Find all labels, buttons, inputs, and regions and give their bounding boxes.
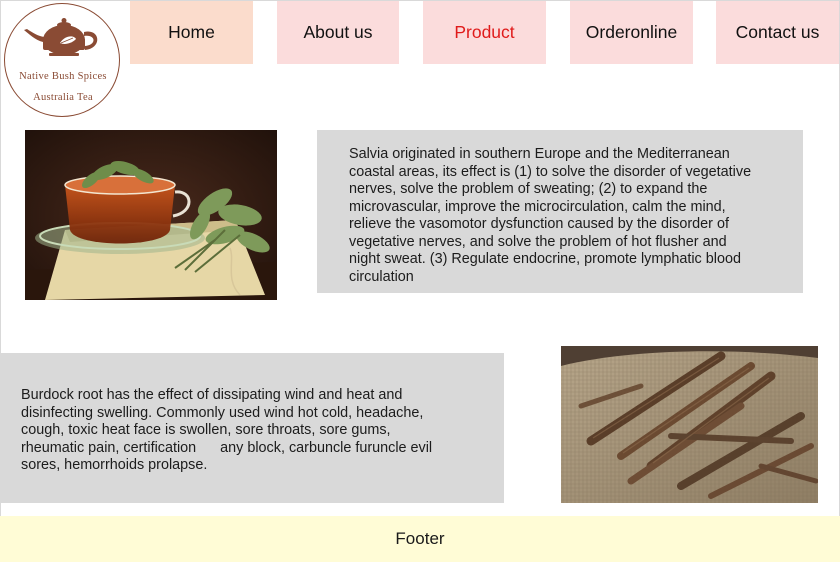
nav-contact-us[interactable]: Contact us — [716, 1, 839, 64]
teapot-icon: Native Bush Spices Australia Tea — [19, 18, 107, 103]
sage-line: relieve the vasomotor dysfunction caused… — [349, 216, 729, 232]
sage-line: circulation — [349, 268, 414, 285]
sage-line: microvascular, improve the microcirculat… — [349, 198, 726, 215]
nav-order-online[interactable]: Orderonline — [570, 1, 693, 64]
logo-line-1: Native Bush Spices — [19, 71, 107, 82]
nav-product[interactable]: Product — [423, 1, 546, 64]
nav-home[interactable]: Home — [130, 1, 253, 64]
sage-line: night sweat. (3) Regulate endocrine, pro… — [349, 251, 741, 267]
sage-line: Salvia originated in southern Europe and… — [349, 146, 730, 162]
sage-line: vegetative nerves, and solve the problem… — [349, 233, 727, 250]
nav-about-us[interactable]: About us — [277, 1, 399, 64]
burdock-line: Burdock root has the effect of dissipati… — [21, 387, 403, 403]
burdock-line: rheumatic pain, certification any block,… — [21, 439, 433, 456]
logo-line-2: Australia Tea — [33, 92, 93, 103]
brand-logo[interactable]: Native Bush Spices Australia Tea — [4, 3, 120, 117]
sage-line: nerves, solve the problem of sweating; (… — [349, 181, 708, 197]
sage-description-box: Salvia originated in southern Europe and… — [317, 130, 803, 293]
burdock-line: sores, hemorrhoids prolapse. — [21, 457, 208, 473]
footer: Footer — [0, 516, 840, 562]
sage-tea-photo — [25, 130, 277, 300]
burdock-line: disinfecting swelling. Commonly used win… — [21, 404, 424, 421]
burdock-root-photo — [561, 346, 818, 503]
burdock-line: cough, toxic heat face is swollen, sore … — [21, 422, 391, 438]
sage-line: coastal areas, its effect is (1) to solv… — [349, 163, 752, 180]
burdock-description-box: Burdock root has the effect of dissipati… — [1, 353, 504, 503]
